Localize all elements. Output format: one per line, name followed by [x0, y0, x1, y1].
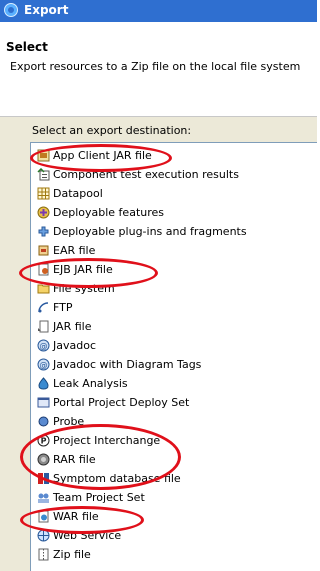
page-title: Select: [6, 40, 48, 54]
team-icon: [38, 493, 49, 503]
javadoc-icon: @: [37, 339, 50, 352]
jar-icon: [37, 149, 50, 162]
interchange-icon: P: [37, 434, 50, 447]
rar-icon: [37, 453, 50, 466]
ftp-icon: [38, 302, 49, 313]
table-icon: [37, 187, 50, 200]
svg-text:P: P: [41, 437, 47, 446]
webservice-icon: [37, 529, 50, 542]
folder-icon: [37, 284, 50, 294]
wizard-header: Select Export resources to a Zip file on…: [0, 22, 317, 117]
probe-icon: [38, 416, 49, 427]
eclipse-icon: [4, 3, 18, 17]
javadoc-diagram-icon: @: [37, 358, 50, 371]
war-icon: [38, 510, 49, 523]
svg-text:@: @: [40, 342, 48, 351]
feature-icon: [37, 206, 50, 219]
plugin-icon: [38, 226, 49, 237]
ear-icon: [38, 245, 49, 256]
window-title: Export: [24, 3, 69, 17]
destination-list[interactable]: App Client JAR file Component test execu…: [30, 142, 317, 571]
leak-icon: [38, 377, 49, 390]
page-description: Export resources to a Zip file on the lo…: [10, 60, 301, 73]
zip-icon: [38, 548, 49, 561]
portal-icon: [37, 397, 50, 408]
title-bar: Export: [0, 0, 317, 22]
svg-text:@: @: [40, 361, 48, 370]
destination-label: Select an export destination:: [32, 124, 192, 137]
results-icon: [37, 168, 50, 181]
jar-file-icon: [38, 320, 49, 333]
symptom-icon: [38, 473, 49, 484]
ejb-icon: [38, 263, 49, 276]
